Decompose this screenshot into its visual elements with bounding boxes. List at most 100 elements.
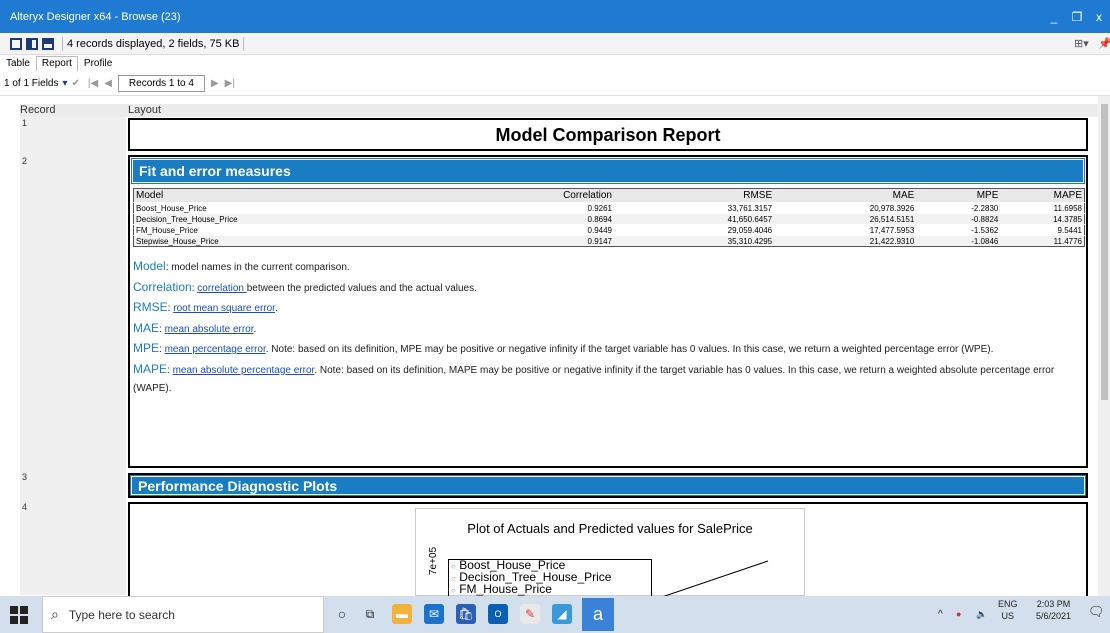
plot-legend: ○ Boost_House_Price ○ Decision_Tree_Hous… xyxy=(448,559,652,599)
windows-start-icon[interactable] xyxy=(10,606,28,624)
table-cell: -1.5362 xyxy=(916,224,1001,236)
col-layout-header[interactable]: Layout xyxy=(128,104,161,116)
record-column xyxy=(20,117,126,595)
desc-mpe: MPE: mean percentage error. Note: based … xyxy=(133,341,994,355)
tab-profile[interactable]: Profile xyxy=(78,56,118,71)
report-title-box: Model Comparison Report xyxy=(128,118,1088,151)
mail-icon[interactable]: ✉ xyxy=(424,604,444,624)
clock[interactable]: 2:03 PM 5/6/2021 xyxy=(1036,598,1071,622)
table-cell: 20,978.3926 xyxy=(774,202,917,214)
network-icon[interactable]: ● xyxy=(956,608,961,620)
records-range[interactable]: Records 1 to 4 xyxy=(117,75,205,92)
prev-record-icon[interactable]: ◀ xyxy=(104,78,112,89)
table-cell: 17,477.5953 xyxy=(774,224,917,236)
tab-table[interactable]: Table xyxy=(0,56,36,71)
window-title: Alteryx Designer x64 - Browse (23) xyxy=(10,10,181,23)
metric-descriptions: Model: model names in the current compar… xyxy=(130,257,1086,399)
record-number: 2 xyxy=(22,156,28,166)
table-cell: 11.6958 xyxy=(1000,202,1085,214)
options-icon[interactable]: ⊞▾ xyxy=(1074,37,1089,50)
table-cell: FM_House_Price xyxy=(133,224,454,236)
checkmark-icon[interactable]: ✔ xyxy=(72,78,80,89)
window-titlebar: Alteryx Designer x64 - Browse (23) xyxy=(0,0,1110,33)
record-navbar: 1 of 1 Fields ▾ ✔ |◀ ◀ Records 1 to 4 ▶ … xyxy=(0,72,1110,96)
next-record-icon[interactable]: ▶ xyxy=(211,78,219,89)
mae-link[interactable]: mean absolute error xyxy=(165,324,254,335)
col-record-header[interactable]: Record xyxy=(20,104,55,116)
fields-selector[interactable]: 1 of 1 Fields xyxy=(4,78,58,89)
table-cell: 0.9261 xyxy=(453,202,614,214)
split-horizontal-icon[interactable] xyxy=(42,37,54,50)
table-cell: Decision_Tree_House_Price xyxy=(133,213,454,225)
table-header: Correlation xyxy=(453,188,614,203)
table-cell: 14.3785 xyxy=(1000,213,1085,225)
table-row: Decision_Tree_House_Price 0.8694 41,650.64… xyxy=(133,213,1085,225)
first-record-icon[interactable]: |◀ xyxy=(88,78,98,89)
section-heading: Fit and error measures xyxy=(131,158,1085,184)
table-cell: 9.5441 xyxy=(1000,224,1085,236)
table-cell: -2.2830 xyxy=(916,202,1001,214)
cortana-icon[interactable]: ○ xyxy=(332,604,352,624)
toolbar-divider xyxy=(243,36,245,51)
table-cell: 33,761.3157 xyxy=(613,202,775,214)
table-cell: 0.9147 xyxy=(453,235,614,247)
table-cell: -0.8824 xyxy=(916,213,1001,225)
rmse-link[interactable]: root mean square error xyxy=(173,303,275,314)
table-cell: -1.0846 xyxy=(916,235,1001,247)
taskbar-search[interactable]: ⌕ Type here to search xyxy=(42,596,324,633)
table-cell: 26,514.5151 xyxy=(774,213,917,225)
record-number: 1 xyxy=(22,118,28,128)
legend-item: ○ FM_House_Price xyxy=(451,582,552,596)
table-row: Boost_House_Price 0.9261 33,761.3157 20,978… xyxy=(133,202,1085,214)
fields-dropdown-icon[interactable]: ▾ xyxy=(62,78,67,89)
records-info: 4 records displayed, 2 fields, 75 KB xyxy=(67,37,240,50)
y-axis-tick: 7e+05 xyxy=(428,546,439,575)
mape-link[interactable]: mean absolute percentage error xyxy=(173,365,315,376)
reference-line xyxy=(661,560,769,597)
language-indicator[interactable]: ENG US xyxy=(998,598,1018,622)
desc-mae: MAE: mean absolute error. xyxy=(133,320,257,335)
view-tabs: Table Report Profile xyxy=(0,56,118,71)
alteryx-taskbar-icon[interactable]: a xyxy=(582,598,614,631)
restore-button[interactable]: ❐ xyxy=(1066,0,1088,33)
plot-panel xyxy=(661,560,769,597)
table-cell: Boost_House_Price xyxy=(133,202,454,214)
record-number: 4 xyxy=(22,502,28,512)
minimize-button[interactable]: _ xyxy=(1043,0,1065,33)
fit-error-box: Fit and error measures Model Correlation… xyxy=(128,155,1088,468)
pin-icon[interactable]: 📌 xyxy=(1098,37,1110,50)
store-icon[interactable]: 🛍 xyxy=(456,604,476,624)
plot-title: Plot of Actuals and Predicted values for… xyxy=(467,521,753,536)
desc-model: Model: model names in the current compar… xyxy=(133,259,350,273)
split-vertical-icon[interactable] xyxy=(26,37,38,50)
toolbar-divider xyxy=(62,36,63,51)
last-record-icon[interactable]: ▶| xyxy=(225,78,235,89)
table-cell: 21,422.9310 xyxy=(774,235,917,247)
desc-correlation: Correlation: correlation between the pre… xyxy=(133,279,477,294)
volume-icon[interactable]: 🔈 xyxy=(976,608,987,620)
tray-chevron-icon[interactable]: ^ xyxy=(938,609,943,621)
task-view-icon[interactable]: ⧉ xyxy=(360,604,380,624)
app-icon[interactable]: ◢ xyxy=(552,604,572,624)
table-header: RMSE xyxy=(613,188,775,203)
table-cell: 0.9449 xyxy=(453,224,614,236)
correlation-link[interactable]: correlation xyxy=(197,283,246,294)
table-view-icon[interactable] xyxy=(10,37,22,50)
scrollbar-thumb[interactable] xyxy=(1101,104,1108,400)
file-explorer-icon[interactable]: ▬ xyxy=(392,604,412,624)
outlook-icon[interactable]: O xyxy=(488,604,508,624)
paint-icon[interactable]: ✎ xyxy=(520,604,540,624)
diagnostic-plot: Plot of Actuals and Predicted values for… xyxy=(415,508,805,599)
table-cell: 11.4776 xyxy=(1000,235,1085,247)
search-icon: ⌕ xyxy=(51,606,59,622)
tab-report[interactable]: Report xyxy=(35,56,78,71)
table-header: MAPE xyxy=(1000,188,1085,203)
close-button[interactable]: x xyxy=(1088,0,1110,33)
notifications-icon[interactable]: 🗨 xyxy=(1088,605,1105,618)
table-cell: 0.8694 xyxy=(453,213,614,225)
mpe-link[interactable]: mean percentage error xyxy=(165,344,266,355)
browse-toolbar: 4 records displayed, 2 fields, 75 KB ⊞▾ … xyxy=(0,33,1110,55)
section-heading: Performance Diagnostic Plots xyxy=(130,475,1086,496)
table-cell: 41,650.6457 xyxy=(613,213,775,225)
grid-header: Record Layout xyxy=(20,104,1098,117)
